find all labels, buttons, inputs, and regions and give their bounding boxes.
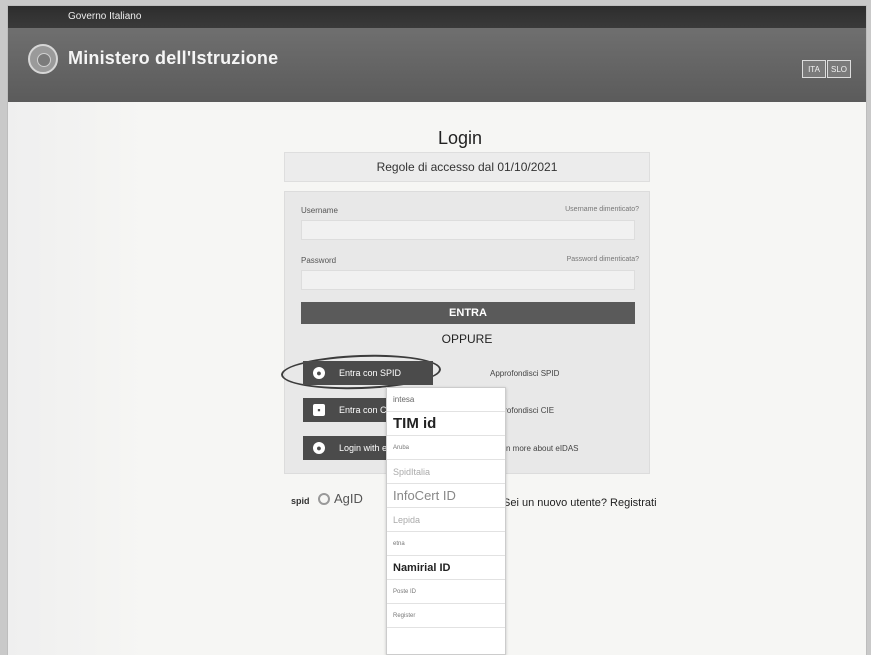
- provider-namirial[interactable]: Namirial ID: [387, 556, 505, 580]
- password-label: Password: [301, 256, 337, 265]
- username-input[interactable]: [301, 220, 635, 240]
- provider-aruba[interactable]: Aruba: [387, 436, 505, 460]
- agid-circle-icon: [318, 492, 330, 505]
- site-header: Ministero dell'Istruzione ITA SLO: [8, 28, 866, 102]
- provider-etna[interactable]: etna: [387, 532, 505, 556]
- agid-label: AgID: [334, 491, 363, 506]
- spid-button-label: Entra con SPID: [339, 368, 402, 378]
- provider-poste[interactable]: Poste ID: [387, 580, 505, 604]
- left-margin: [8, 102, 148, 655]
- person-icon: ●: [313, 367, 325, 379]
- ministry-title[interactable]: Ministero dell'Istruzione: [68, 48, 278, 69]
- eu-person-icon: ●: [313, 442, 325, 454]
- spid-logo: spid: [291, 496, 310, 506]
- government-bar: Governo Italiano: [8, 6, 866, 28]
- provider-lepida[interactable]: Lepida: [387, 508, 505, 532]
- new-user-prompt: Sei un nuovo utente? Registrati: [503, 497, 657, 509]
- agid-logo: AgID: [318, 491, 363, 506]
- new-user-text: Sei un nuovo utente?: [503, 497, 607, 509]
- oppure-separator: OPPURE: [441, 332, 493, 346]
- provider-intesa[interactable]: intesa: [387, 388, 505, 412]
- government-link[interactable]: Governo Italiano: [68, 11, 141, 22]
- browser-page: Governo Italiano Ministero dell'Istruzio…: [8, 6, 866, 655]
- provider-spiditalia[interactable]: SpidItalia: [387, 460, 505, 484]
- spid-info-link[interactable]: Approfondisci SPID: [490, 369, 559, 378]
- spid-login-button[interactable]: ● Entra con SPID: [303, 361, 433, 385]
- language-ita-button[interactable]: ITA: [802, 60, 826, 78]
- username-label: Username: [301, 206, 338, 215]
- provider-timid[interactable]: TIM id: [387, 412, 505, 436]
- register-link[interactable]: Registrati: [610, 497, 656, 509]
- page-title: Login: [438, 128, 483, 148]
- provider-register[interactable]: Register: [387, 604, 505, 628]
- login-submit-button[interactable]: ENTRA: [301, 302, 635, 324]
- republic-emblem-icon: [28, 44, 58, 74]
- spid-provider-dropdown: intesa TIM id Aruba SpidItalia InfoCert …: [386, 387, 506, 655]
- language-slo-button[interactable]: SLO: [827, 60, 851, 78]
- password-input[interactable]: [301, 270, 635, 290]
- username-forgot-link[interactable]: Username dimenticato?: [565, 206, 639, 213]
- access-rules-link[interactable]: Regole di accesso dal 01/10/2021: [284, 152, 650, 182]
- provider-infocert[interactable]: InfoCert ID: [387, 484, 505, 508]
- password-forgot-link[interactable]: Password dimenticata?: [567, 256, 639, 263]
- id-card-icon: ▪: [313, 404, 325, 416]
